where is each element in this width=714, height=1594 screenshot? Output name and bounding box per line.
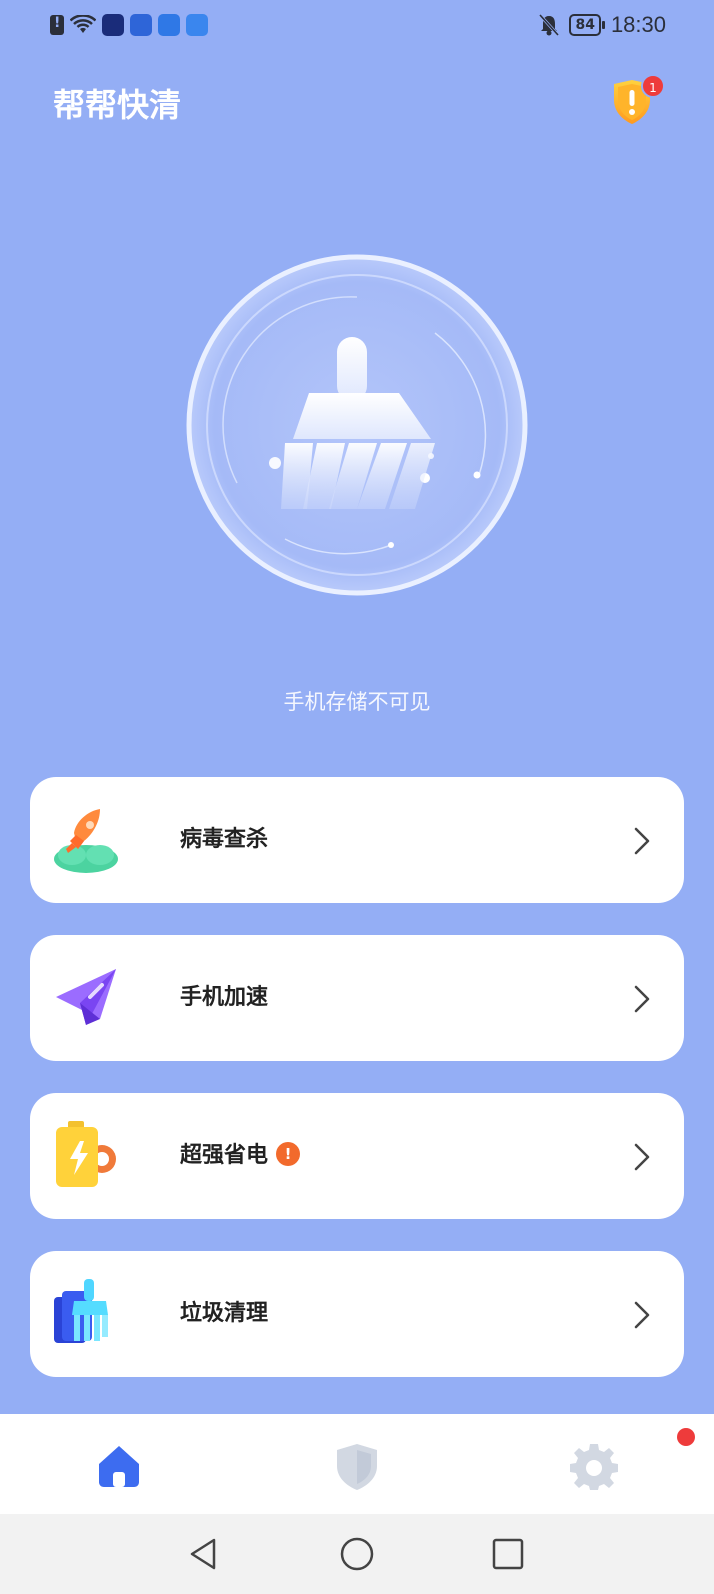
app-notification-icon <box>102 14 124 36</box>
settings-notification-dot <box>677 1428 695 1446</box>
sim-alert-icon <box>50 15 64 35</box>
home-icon[interactable] <box>95 1442 143 1490</box>
gear-icon[interactable] <box>570 1442 618 1490</box>
broom-icon <box>54 1279 108 1343</box>
paper-plane-icon <box>56 969 116 1025</box>
feature-label: 手机加速 <box>180 985 269 1010</box>
feature-label: 超强省电! <box>180 1093 301 1219</box>
home-circle-icon[interactable] <box>337 1534 377 1574</box>
junk-clean-card[interactable]: 垃圾清理 <box>30 1251 684 1377</box>
chevron-right-icon <box>634 827 650 855</box>
rocket-icon <box>54 809 118 873</box>
feature-label-text: 超强省电 <box>180 1143 269 1168</box>
virus-scan-card[interactable]: 病毒查杀 <box>30 777 684 903</box>
chevron-right-icon <box>634 985 650 1013</box>
status-left-icons <box>50 14 208 36</box>
feature-label: 病毒查杀 <box>180 827 269 852</box>
phone-speedup-card[interactable]: 手机加速 <box>30 935 684 1061</box>
feature-label: 垃圾清理 <box>180 1301 269 1326</box>
bottom-nav <box>0 1414 714 1514</box>
warning-badge: ! <box>276 1142 301 1166</box>
storage-status-text: 手机存储不可见 <box>283 690 431 714</box>
recents-icon[interactable] <box>488 1534 528 1574</box>
power-saving-card[interactable]: 超强省电! <box>30 1093 684 1219</box>
status-bar: 84 18:30 <box>0 0 714 50</box>
alert-count-badge: 1 <box>641 74 665 98</box>
system-nav-bar <box>0 1514 714 1594</box>
battery-indicator: 84 <box>569 14 606 36</box>
status-time: 18:30 <box>610 12 666 37</box>
back-icon[interactable] <box>184 1534 224 1574</box>
browser-app-icon <box>158 14 180 36</box>
status-right-icons: 84 18:30 <box>539 12 666 38</box>
cloud-app-icon <box>186 14 208 36</box>
clean-broom-hero[interactable] <box>185 253 529 597</box>
mute-bell-icon <box>539 14 560 36</box>
battery-icon <box>56 1121 116 1187</box>
wifi-icon <box>70 15 96 33</box>
chevron-right-icon <box>634 1301 650 1329</box>
feature-list: 病毒查杀 手机加速 超强省电! 垃圾清理 <box>30 777 684 1409</box>
app-title: 帮帮快清 <box>53 86 182 124</box>
shield-icon[interactable] <box>333 1442 381 1490</box>
lightbulb-app-icon <box>130 14 152 36</box>
chevron-right-icon <box>634 1143 650 1171</box>
